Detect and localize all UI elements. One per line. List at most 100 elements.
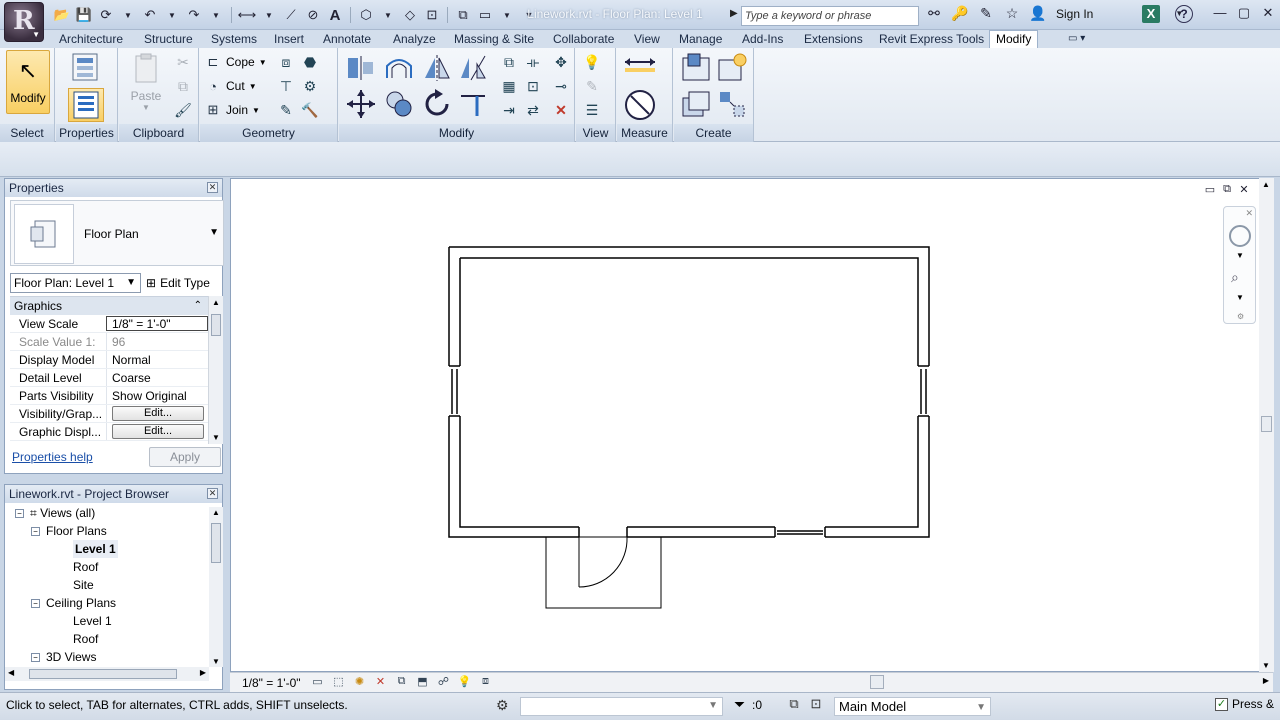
modify-button[interactable]: ↖ Modify [6, 50, 50, 114]
walls[interactable] [448, 246, 930, 538]
close-icon[interactable]: ✕ [1245, 208, 1253, 219]
properties-scrollbar[interactable]: ▲ ▼ [208, 296, 223, 444]
copy-icon[interactable]: ⧉ [173, 76, 193, 96]
shadows-icon[interactable]: ✕ [373, 675, 388, 688]
qat-dropdown-icon[interactable]: ▼ [206, 5, 226, 25]
undo-icon[interactable]: ↶ [140, 5, 160, 25]
switch-windows-icon[interactable]: ▭ [475, 5, 495, 25]
subscription-icon[interactable]: 🔑 [950, 5, 970, 22]
trim-multiple-icon[interactable]: ⇥ [499, 100, 519, 120]
apply-button[interactable]: Apply [149, 447, 221, 467]
maximize-icon[interactable]: ▢ [1232, 2, 1256, 24]
select-pinned-icon[interactable]: ⊡ [808, 696, 824, 712]
binoculars-icon[interactable]: ⚯ [924, 5, 944, 22]
browser-item[interactable]: − ⌗ Views (all) [15, 504, 95, 522]
qat-dropdown-icon[interactable]: ▼ [118, 5, 138, 25]
edit-type-button[interactable]: ⊞ Edit Type [143, 272, 213, 294]
text-icon[interactable]: A [325, 5, 345, 25]
scroll-thumb[interactable] [29, 669, 177, 679]
user-icon[interactable]: 👤 [1028, 5, 1048, 22]
search-expand-icon[interactable]: ▶ [730, 8, 738, 19]
communication-icon[interactable]: ✎ [976, 5, 996, 22]
graphic-display-edit-button[interactable]: Edit... [112, 424, 204, 439]
browser-item[interactable]: Roof [73, 558, 98, 576]
door[interactable] [545, 536, 662, 609]
rotate-icon[interactable] [421, 88, 453, 120]
measure-between-icon[interactable] [621, 52, 661, 76]
scroll-thumb[interactable] [1261, 416, 1272, 432]
create-similar-icon[interactable] [716, 88, 748, 120]
press-drag-toggle[interactable]: ✓ Press & [1215, 697, 1274, 711]
match-properties-icon[interactable]: 🖌 [173, 100, 193, 120]
property-row[interactable]: Display Model Normal [10, 351, 208, 369]
move-icon[interactable] [345, 88, 377, 120]
property-value[interactable]: Coarse [106, 369, 208, 386]
tag-icon[interactable]: ⊘ [303, 5, 323, 25]
sun-path-icon[interactable]: ✺ [352, 675, 367, 688]
chevron-down-icon[interactable]: ▼ [1236, 293, 1244, 302]
property-row[interactable]: Parts Visibility Show Original [10, 387, 208, 405]
mirror-draw-icon[interactable] [457, 52, 489, 84]
panel-label-properties[interactable]: Properties [56, 124, 117, 142]
join-button[interactable]: ⊞ Join ▼ [204, 100, 260, 120]
checkbox-checked-icon[interactable]: ✓ [1215, 697, 1228, 711]
cut-clipboard-icon[interactable]: ✂ [173, 52, 193, 72]
browser-item[interactable]: −3D Views [31, 648, 96, 666]
temporary-hide-icon[interactable]: ☍ [436, 675, 451, 688]
close-icon[interactable]: ✕ [207, 488, 218, 499]
split-face-icon[interactable]: ⧈ [276, 52, 296, 72]
aligned-dimension-icon[interactable] [623, 88, 657, 122]
tab-annotate[interactable]: Annotate [323, 31, 371, 48]
wall-joins-icon[interactable]: ⊤ [276, 76, 296, 96]
scroll-down-icon[interactable]: ▼ [212, 433, 220, 442]
help-icon[interactable]: ? [1175, 5, 1193, 23]
linework-icon[interactable]: ✎ [276, 100, 296, 120]
favorites-star-icon[interactable]: ☆ [1002, 5, 1022, 22]
scroll-right-icon[interactable]: ▶ [1263, 676, 1269, 685]
properties-button[interactable] [68, 88, 104, 122]
trim-single-icon[interactable]: ⇄ [523, 100, 543, 120]
property-value[interactable]: Show Original [106, 387, 208, 404]
visual-style-icon[interactable]: ⬚ [331, 675, 346, 688]
open-icon[interactable]: 📂 [52, 5, 72, 25]
collapse-toggle-icon[interactable]: − [31, 653, 40, 662]
scroll-thumb[interactable] [211, 523, 221, 563]
paint-icon[interactable]: ⬣ [300, 52, 320, 72]
search-input[interactable]: Type a keyword or phrase [741, 6, 919, 26]
scroll-thumb[interactable] [211, 314, 221, 336]
tab-systems[interactable]: Systems [211, 31, 257, 48]
qat-dropdown-icon[interactable]: ▼ [259, 5, 279, 25]
sync-icon[interactable]: ⟳ [96, 5, 116, 25]
scroll-left-icon[interactable]: ◀ [8, 668, 14, 677]
copy-element-icon[interactable] [383, 88, 415, 120]
qat-dropdown-icon[interactable]: ▼ [162, 5, 182, 25]
tab-view[interactable]: View [634, 31, 660, 48]
measure-icon[interactable]: ⟷ [237, 5, 257, 25]
scroll-up-icon[interactable]: ▲ [212, 298, 220, 307]
delete-icon[interactable]: ✕ [551, 100, 571, 120]
split-element-icon[interactable]: ⧉ [499, 52, 519, 72]
minimize-view-icon[interactable]: ▭ [1203, 183, 1217, 196]
steering-wheel-icon[interactable] [1229, 225, 1251, 247]
scale-icon[interactable]: ⊡ [523, 76, 543, 96]
vg-edit-button[interactable]: Edit... [112, 406, 204, 421]
paste-button[interactable]: Paste ▼ [127, 52, 165, 116]
browser-item[interactable]: Level 1 [73, 540, 118, 558]
browser-vscrollbar[interactable]: ▲ ▼ [209, 507, 223, 667]
workset-combo[interactable]: ▼ [520, 697, 723, 716]
collapse-toggle-icon[interactable]: − [15, 509, 24, 518]
demolish-icon[interactable]: ⚙ [300, 76, 320, 96]
pin-icon[interactable]: ⊸ [551, 76, 571, 96]
cope-button[interactable]: ⊏ Cope ▼ [204, 52, 267, 72]
tab-manage[interactable]: Manage [679, 31, 722, 48]
reveal-hidden-icon[interactable]: 💡 [457, 675, 472, 688]
panel-label-select[interactable]: Select [0, 124, 54, 142]
sign-in-link[interactable]: Sign In [1056, 7, 1093, 21]
section-icon[interactable]: ◇ [400, 5, 420, 25]
hammer-icon[interactable]: 🔨 [300, 100, 320, 120]
collapse-icon[interactable]: ⌃ [194, 297, 202, 315]
ribbon-minimize-icon[interactable]: ▭ ▾ [1068, 31, 1085, 48]
browser-hscrollbar[interactable]: ◀ ▶ [5, 667, 209, 681]
3d-view-icon[interactable]: ⬡ [356, 5, 376, 25]
create-parts-icon[interactable] [716, 52, 748, 84]
